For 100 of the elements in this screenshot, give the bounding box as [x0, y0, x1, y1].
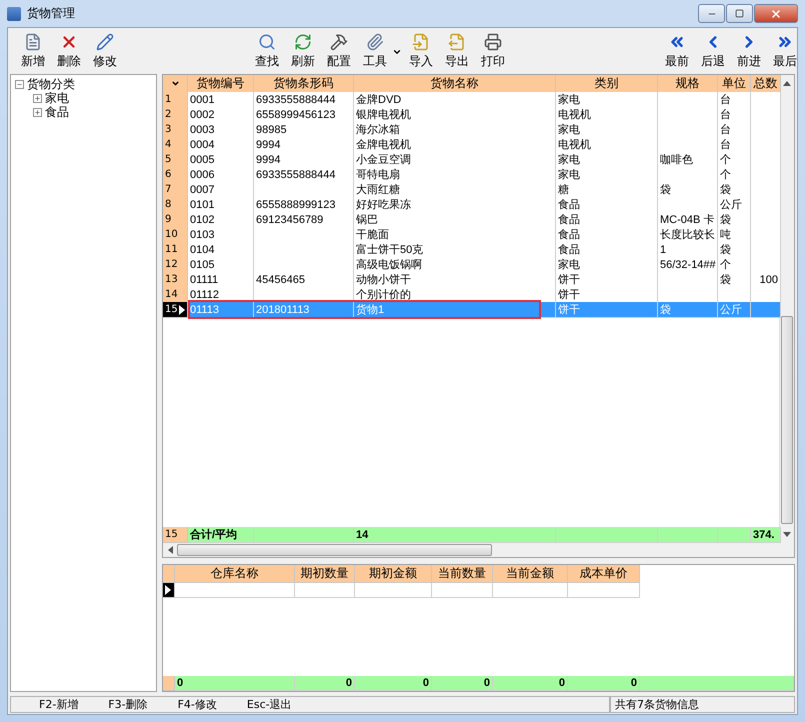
table-cell: 01113: [188, 302, 254, 318]
table-cell: 0: [355, 676, 432, 691]
scroll-down-icon[interactable]: [783, 532, 791, 538]
table-cell: 合计/平均: [188, 527, 254, 543]
table-cell: 个: [718, 257, 751, 273]
toolbar-button[interactable]: 查找: [250, 33, 284, 70]
tree-item[interactable]: 货物分类: [27, 76, 75, 92]
column-header[interactable]: 规格: [658, 75, 718, 93]
shortcut-hint: F2-新增: [39, 696, 78, 712]
table-cell: 0002: [188, 107, 254, 123]
toolbar-button[interactable]: 后退: [696, 33, 730, 70]
scroll-left-icon[interactable]: [167, 546, 173, 554]
toolbar-button[interactable]: 新增: [16, 33, 50, 70]
table-cell: [658, 287, 718, 303]
tree-item[interactable]: 食品: [45, 104, 69, 120]
table-cell: 食品: [556, 242, 658, 258]
expand-toggle-icon[interactable]: [15, 80, 24, 88]
column-header[interactable]: 当前数量: [432, 565, 493, 583]
table-cell: 饼干: [556, 272, 658, 288]
toolbar-button[interactable]: 配置: [322, 33, 356, 70]
current-row-icon: [178, 304, 185, 314]
column-header[interactable]: 仓库名称: [175, 565, 295, 583]
hammer-icon: [330, 33, 348, 51]
toolbar-button[interactable]: 打印: [476, 33, 510, 70]
column-header[interactable]: 成本单价: [568, 565, 640, 583]
row-number: 15: [163, 527, 188, 543]
table-cell: 0102: [188, 212, 254, 228]
app-icon: [7, 6, 21, 20]
toolbar-button[interactable]: 前进: [732, 33, 766, 70]
table-cell: [751, 92, 781, 108]
column-header[interactable]: 货物条形码: [254, 75, 354, 93]
table-cell: 袋: [658, 182, 718, 198]
maximize-button[interactable]: [726, 4, 753, 23]
row-number: 8: [163, 197, 188, 213]
table-cell: 0: [295, 676, 355, 691]
toolbar-button[interactable]: 刷新: [286, 33, 320, 70]
table-cell: 0005: [188, 152, 254, 168]
toolbar-button[interactable]: 最前: [660, 33, 694, 70]
table-cell: 6555888999123: [254, 197, 354, 213]
table-cell: 0003: [188, 122, 254, 138]
window-title: 货物管理: [27, 5, 75, 22]
table-cell: 01111: [188, 272, 254, 288]
table-cell: 台: [718, 107, 751, 123]
table-cell: 98985: [254, 122, 354, 138]
column-header[interactable]: 期初金额: [355, 565, 432, 583]
table-cell: 0001: [188, 92, 254, 108]
row-number: 6: [163, 167, 188, 183]
column-header[interactable]: 总数: [751, 75, 781, 93]
table-cell: 小金豆空调: [354, 152, 556, 168]
horizontal-scrollbar[interactable]: [163, 542, 794, 557]
column-header[interactable]: 货物名称: [354, 75, 556, 93]
close-button[interactable]: [754, 4, 798, 23]
import-icon: [412, 33, 430, 51]
table-cell: [568, 583, 640, 598]
row-number: 2: [163, 107, 188, 123]
toolbar-button[interactable]: 删除: [52, 33, 86, 70]
table-cell: 0104: [188, 242, 254, 258]
table-cell: [432, 583, 493, 598]
toolbar-button[interactable]: 导入: [404, 33, 438, 70]
column-menu-icon[interactable]: [163, 75, 188, 93]
table-cell: 袋: [658, 302, 718, 318]
vertical-scrollbar[interactable]: [779, 75, 794, 542]
table-cell: 袋: [718, 272, 751, 288]
table-cell: [718, 527, 751, 543]
table-cell: 9994: [254, 137, 354, 153]
row-number: 12: [163, 257, 188, 273]
header-corner: [163, 565, 175, 583]
table-cell: 好好吃果冻: [354, 197, 556, 213]
table-cell: [658, 92, 718, 108]
table-cell: 0007: [188, 182, 254, 198]
table-cell: 货物1: [354, 302, 556, 318]
toolbar-button[interactable]: 修改: [88, 33, 122, 70]
table-cell: 吨: [718, 227, 751, 243]
row-number: 1: [163, 92, 188, 108]
toolbar-button[interactable]: 工具: [358, 33, 392, 70]
table-cell: 食品: [556, 212, 658, 228]
expand-toggle-icon[interactable]: [33, 94, 42, 102]
row-number: 5: [163, 152, 188, 168]
column-header[interactable]: 单位: [718, 75, 751, 93]
expand-toggle-icon[interactable]: [33, 108, 42, 116]
table-cell: 0004: [188, 137, 254, 153]
table-cell: 0006: [188, 167, 254, 183]
export-icon: [448, 33, 466, 51]
table-cell: 海尔冰箱: [354, 122, 556, 138]
column-header[interactable]: 货物编号: [188, 75, 254, 93]
toolbar-button[interactable]: 最后: [768, 33, 802, 70]
table-cell: 9994: [254, 152, 354, 168]
table-cell: [295, 583, 355, 598]
table-cell: 0105: [188, 257, 254, 273]
table-cell: 0: [432, 676, 493, 691]
column-header[interactable]: 类别: [556, 75, 658, 93]
tree-item[interactable]: 家电: [45, 90, 69, 106]
document-icon: [24, 33, 42, 51]
column-header[interactable]: 当前金额: [493, 565, 568, 583]
scroll-up-icon[interactable]: [783, 80, 791, 86]
table-cell: 干脆面: [354, 227, 556, 243]
toolbar-button[interactable]: 导出: [440, 33, 474, 70]
shortcut-hint: F3-删除: [108, 696, 148, 712]
column-header[interactable]: 期初数量: [295, 565, 355, 583]
table-cell: 家电: [556, 92, 658, 108]
